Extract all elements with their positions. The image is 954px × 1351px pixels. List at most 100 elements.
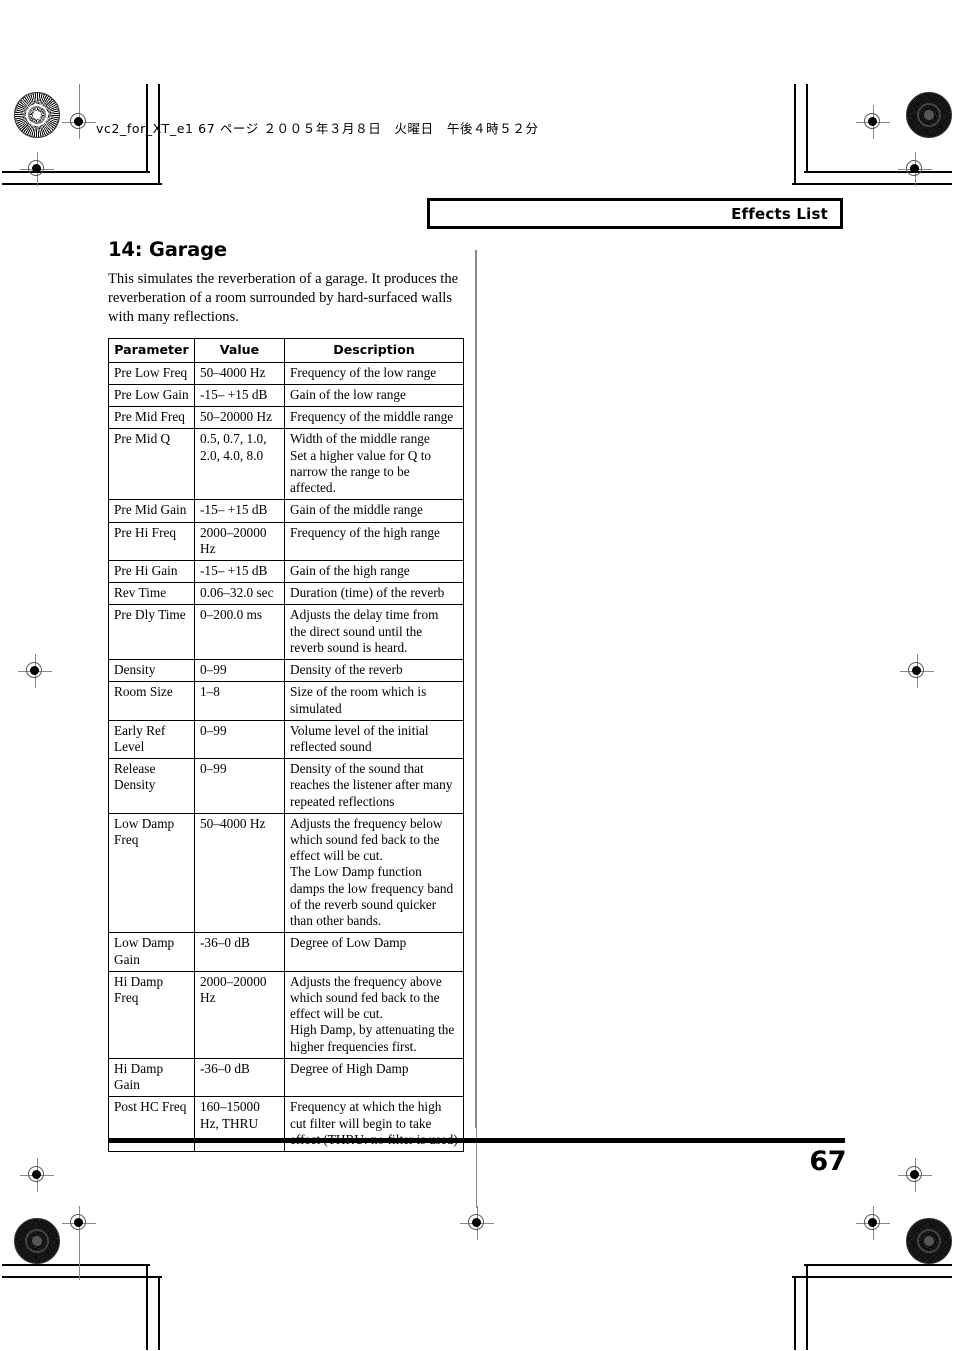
cell-value: 50–20000 Hz [194,406,285,430]
registration-mark-lower-right-inner [898,1158,932,1192]
cell-parameter: Pre Dly Time [108,604,195,661]
cell-parameter: Low Damp Gain [108,932,195,972]
cell-description: Adjusts the frequency below which sound … [284,812,464,934]
cell-value: -36–0 dB [194,932,285,972]
footer-rule [108,1138,845,1143]
crop-mark-bottom-left-v [146,1264,148,1350]
table-row: Pre Mid Freq 50–20000 Hz Frequency of the … [108,406,464,430]
table-row: Post HC Freq 160–15000 Hz, THRU Frequency … [108,1096,464,1152]
crop-mark-bottom-left-h2 [2,1276,162,1278]
table-row: Pre Dly Time 0–200.0 ms Adjusts the delay … [108,604,464,661]
registration-mark-top-right [856,105,890,139]
cell-parameter: Pre Hi Freq [108,521,195,561]
column-header-description: Description [284,338,464,363]
cell-description: Frequency of the low range [284,361,464,386]
crop-mark-bottom-right-v [806,1264,808,1350]
cell-parameter: Density [108,659,195,683]
crop-mark-bottom-left-v2 [158,1276,160,1350]
cell-value: -15– +15 dB [194,384,285,408]
cell-parameter: Pre Hi Gain [108,559,195,584]
cell-value: 160–15000 Hz, THRU [194,1096,285,1152]
registration-mark-lower-left-inner [20,1158,54,1192]
crop-mark-bottom-right-h [804,1264,952,1266]
starburst-target-bottom-right [906,1218,952,1264]
cell-parameter: Pre Low Gain [108,384,195,408]
table-row: Early Ref Level 0–99 Volume level of the i… [108,719,464,760]
cell-description: Density of the sound that reaches the li… [284,758,464,814]
cell-parameter: Low Damp Freq [108,812,195,934]
table-row: Pre Low Gain -15– +15 dB Gain of the low r… [108,384,464,408]
cell-parameter: Room Size [108,681,195,721]
cell-value: 1–8 [194,681,285,721]
table-row: Rev Time 0.06–32.0 sec Duration (time) of … [108,582,464,606]
starburst-target-top-left [14,92,60,138]
running-header-box: Effects List [427,198,843,229]
registration-mark-upper-left-inner [20,152,54,186]
crop-mark-top-right-v [806,84,808,172]
cell-value: -15– +15 dB [194,559,285,584]
column-header-value: Value [194,338,285,363]
registration-mark-bottom-left [62,1206,96,1240]
running-header-title: Effects List [731,205,828,223]
cell-description: Adjusts the frequency above which sound … [284,970,464,1059]
page-title: 14: Garage [108,238,227,261]
job-slug-line: vc2_for_XT_e1 67 ページ ２００５年３月８日 火曜日 午後４時５… [96,121,539,136]
cell-parameter: Pre Mid Freq [108,406,195,430]
table-row: Room Size 1–8 Size of the room which is si… [108,681,464,721]
crop-mark-bottom-left-h [2,1264,150,1266]
cell-value: 2000–20000 Hz [194,521,285,561]
cell-description: Frequency of the middle range [284,406,464,430]
cell-parameter: Rev Time [108,582,195,606]
cell-value: 50–4000 Hz [194,812,285,934]
cell-parameter: Pre Mid Q [108,428,195,501]
table-row: Low Damp Freq 50–4000 Hz Adjusts the frequ… [108,812,464,934]
cell-description: Width of the middle range Set a higher v… [284,428,464,501]
registration-mark-upper-right-inner [898,152,932,186]
starburst-target-top-right [906,92,952,138]
crop-mark-bottom-right-v2 [794,1276,796,1350]
cell-parameter: Hi Damp Freq [108,970,195,1059]
cell-description: Volume level of the initial reflected so… [284,719,464,760]
table-header-row: Parameter Value Description [108,338,464,363]
column-divider [475,250,477,1128]
cell-description: Adjusts the delay time from the direct s… [284,604,464,661]
cell-value: 0.5, 0.7, 1.0, 2.0, 4.0, 8.0 [194,428,285,501]
cell-description: Frequency of the high range [284,521,464,561]
cell-value: -36–0 dB [194,1057,285,1098]
cell-value: -15– +15 dB [194,499,285,523]
cell-value: 0.06–32.0 sec [194,582,285,606]
cell-parameter: Release Density [108,758,195,814]
registration-mark-mid-left [18,654,52,688]
cell-description: Frequency at which the high cut filter w… [284,1096,464,1152]
starburst-target-bottom-left [14,1218,60,1264]
guide-bottom-left-vertical [79,1240,80,1280]
table-row: Pre Hi Freq 2000–20000 Hz Frequency of the… [108,521,464,561]
cell-parameter: Early Ref Level [108,719,195,760]
section-intro-paragraph: This simulates the reverberation of a ga… [108,271,459,325]
cell-description: Gain of the low range [284,384,464,408]
table-row: Hi Damp Gain -36–0 dB Degree of High Damp [108,1057,464,1098]
cell-description: Gain of the high range [284,559,464,584]
parameter-table-body: Pre Low Freq 50–4000 Hz Frequency of the l… [108,361,464,1152]
table-row: Hi Damp Freq 2000–20000 Hz Adjusts the fre… [108,970,464,1059]
cell-parameter: Hi Damp Gain [108,1057,195,1098]
registration-mark-bottom-center [460,1206,494,1240]
cell-description: Size of the room which is simulated [284,681,464,721]
cell-value: 2000–20000 Hz [194,970,285,1059]
cell-parameter: Pre Mid Gain [108,499,195,523]
cell-value: 50–4000 Hz [194,361,285,386]
cell-description: Gain of the middle range [284,499,464,523]
column-header-parameter: Parameter [108,338,195,363]
cell-value: 0–99 [194,719,285,760]
content-column: 14: Garage This simulates the reverberat… [108,238,466,1152]
cell-value: 0–99 [194,758,285,814]
table-row: Low Damp Gain -36–0 dB Degree of Low Damp [108,932,464,972]
table-row: Density 0–99 Density of the reverb [108,659,464,683]
cell-description: Duration (time) of the reverb [284,582,464,606]
cell-description: Degree of Low Damp [284,932,464,972]
registration-mark-bottom-right [856,1206,890,1240]
table-row: Release Density 0–99 Density of the sound … [108,758,464,814]
cell-value: 0–99 [194,659,285,683]
table-row: Pre Low Freq 50–4000 Hz Frequency of the l… [108,361,464,386]
document-page: vc2_for_XT_e1 67 ページ ２００５年３月８日 火曜日 午後４時５… [0,0,954,1351]
